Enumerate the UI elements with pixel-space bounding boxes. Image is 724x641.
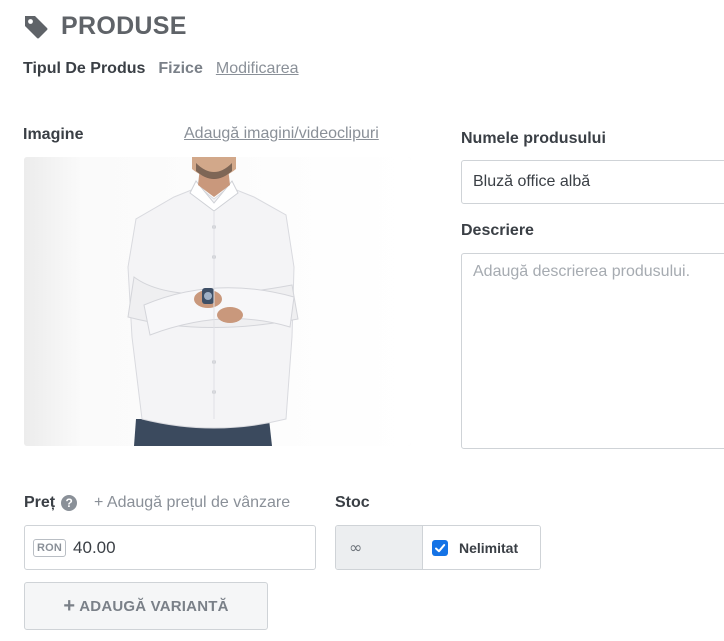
product-name-input[interactable] — [461, 160, 724, 204]
product-image[interactable] — [24, 157, 411, 446]
question-circle-icon[interactable]: ? — [61, 495, 78, 511]
plus-icon: + — [63, 595, 76, 617]
stock-label: Stoc — [335, 494, 370, 511]
product-name-label: Numele produsului — [461, 130, 606, 147]
currency-badge: RON — [33, 538, 67, 557]
price-label-row: Preț ? — [24, 494, 78, 512]
product-type-value: Fizice — [158, 60, 203, 77]
image-label: Imagine — [23, 126, 84, 143]
add-variant-label: ADAUGĂ VARIANTĂ — [79, 597, 229, 615]
unlimited-toggle[interactable]: Nelimitat — [423, 526, 540, 569]
price-input[interactable] — [73, 537, 274, 558]
tag-icon — [25, 15, 48, 38]
page-title: PRODUSE — [61, 12, 187, 40]
change-type-link[interactable]: Modificarea — [216, 60, 299, 78]
price-label: Preț — [24, 494, 56, 511]
description-input[interactable] — [461, 253, 724, 449]
price-field[interactable]: RON — [24, 525, 316, 570]
stock-group: Nelimitat — [335, 525, 541, 570]
description-label: Descriere — [461, 222, 534, 239]
stock-input[interactable] — [336, 526, 423, 569]
unlimited-checkbox[interactable] — [432, 539, 448, 556]
checkmark-icon — [435, 543, 446, 552]
product-type-label: Tipul De Produs — [23, 60, 146, 77]
add-variant-button[interactable]: + ADAUGĂ VARIANTĂ — [24, 582, 268, 630]
add-sale-price-link[interactable]: + Adaugă prețul de vânzare — [94, 494, 290, 512]
product-photo — [24, 157, 411, 446]
product-type-row: Tipul De Produs Fizice Modificarea — [23, 60, 299, 78]
add-media-link[interactable]: Adaugă imagini/videoclipuri — [184, 125, 379, 143]
page-header: PRODUSE — [23, 12, 187, 41]
unlimited-label: Nelimitat — [459, 539, 519, 556]
